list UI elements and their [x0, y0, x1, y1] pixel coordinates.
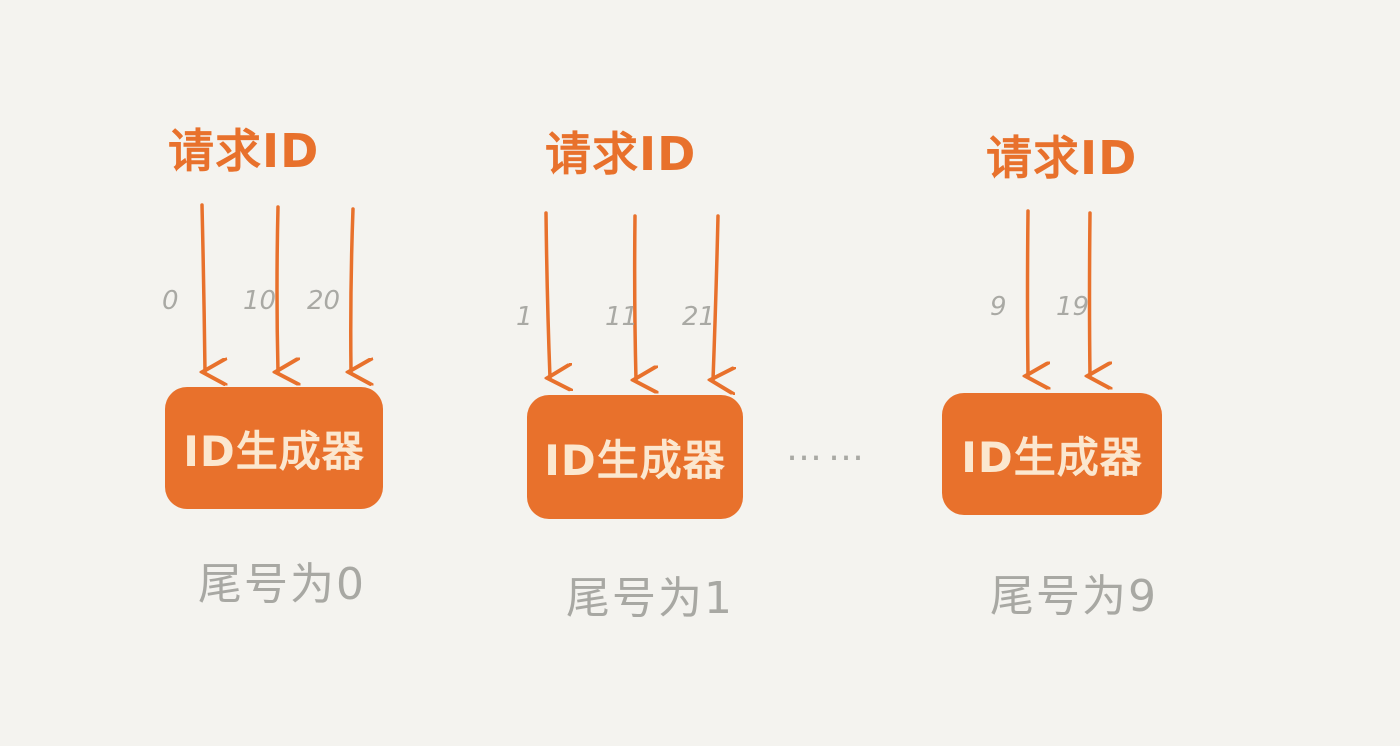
id-generator-box-1: ID生成器	[527, 395, 743, 519]
arrow-id-21	[713, 214, 718, 380]
arrow-id-19	[1090, 211, 1091, 376]
id-number-10: 10	[243, 286, 277, 316]
request-id-label-1: 请求ID	[545, 127, 697, 181]
request-id-label-0: 请求ID	[168, 124, 320, 178]
id-number-0: 0	[162, 286, 179, 316]
arrows-layer	[0, 203, 1400, 746]
id-number-9: 9	[990, 292, 1007, 322]
id-number-21: 21	[682, 302, 716, 332]
id-number-20: 20	[307, 286, 341, 316]
tail-label-1: 尾号为1	[566, 573, 734, 624]
id-generator-diagram: 请求ID 0 10 20 ID生成器 尾号为0 请求ID 1 11 21 ID生…	[0, 0, 1400, 746]
id-generator-box-2: ID生成器	[942, 393, 1162, 515]
id-generator-box-0: ID生成器	[165, 387, 383, 509]
arrow-id-20	[351, 207, 353, 372]
arrow-id-0	[202, 203, 205, 372]
arrow-id-10	[277, 205, 278, 372]
request-id-label-2: 请求ID	[986, 131, 1138, 185]
id-number-11: 11	[605, 302, 639, 332]
arrow-id-11	[635, 214, 636, 380]
arrow-id-9	[1028, 209, 1029, 376]
id-number-1: 1	[516, 302, 533, 332]
ellipsis: ……	[786, 428, 870, 469]
tail-label-2: 尾号为9	[990, 571, 1158, 622]
id-number-19: 19	[1056, 292, 1090, 322]
tail-label-0: 尾号为0	[198, 559, 366, 610]
arrow-id-1	[546, 211, 550, 378]
